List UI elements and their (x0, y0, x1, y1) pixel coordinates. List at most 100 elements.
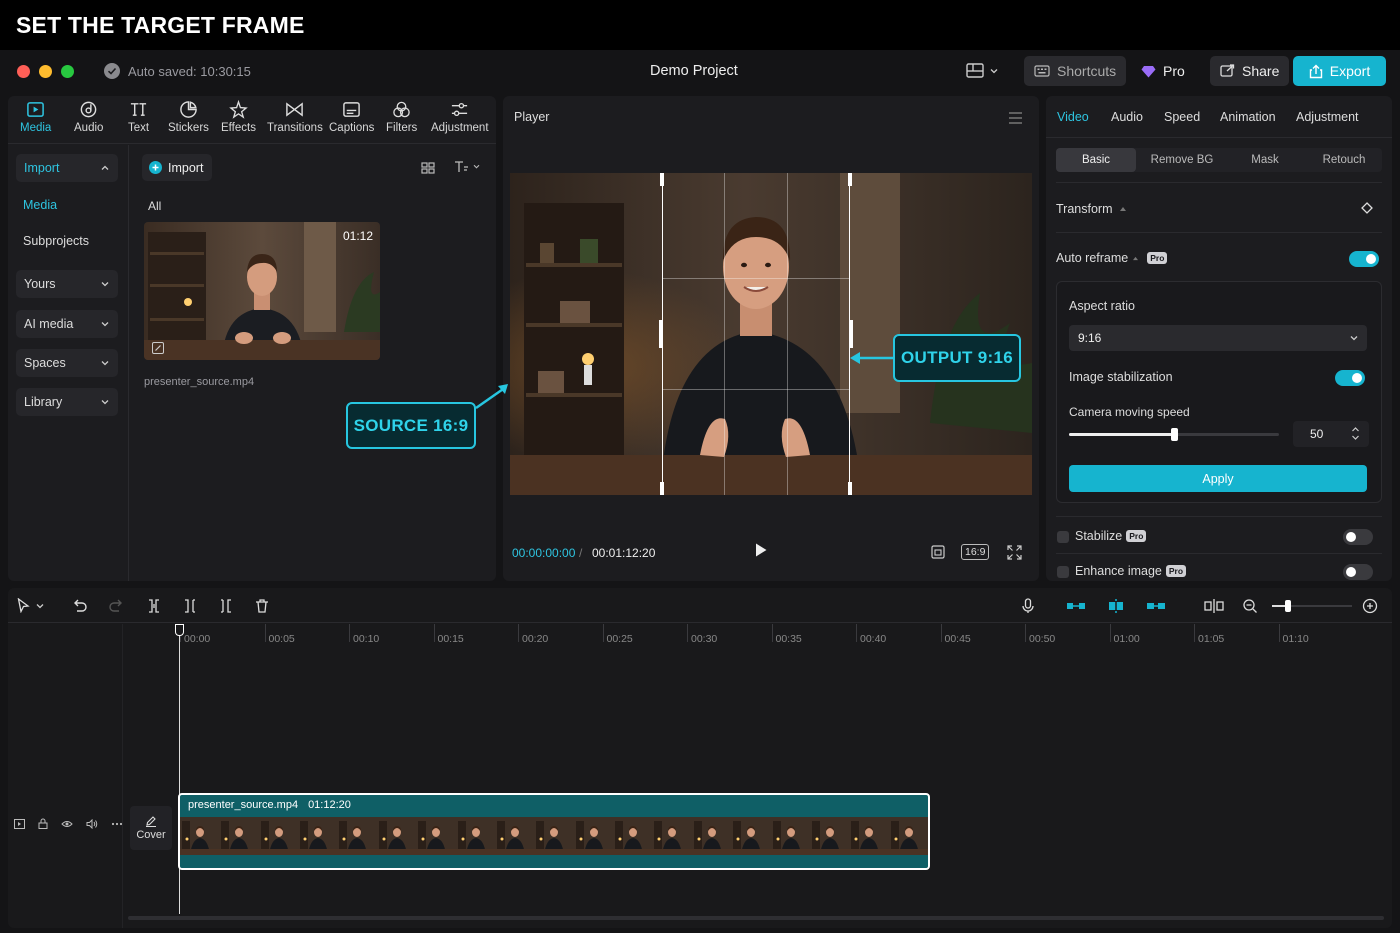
aspect-ratio-select[interactable]: 9:16 (1069, 325, 1367, 351)
crop-frame[interactable] (659, 173, 853, 495)
stabilize-checkbox[interactable] (1057, 531, 1069, 543)
time-ruler[interactable]: 00:00 00:05 00:10 00:15 00:20 00:25 00:30 00:35… (8, 624, 1392, 645)
project-title[interactable]: Demo Project (650, 63, 738, 79)
sidebar-import[interactable]: Import (16, 154, 118, 182)
keyboard-icon (1034, 65, 1050, 77)
ruler-tick-label: 01:00 (1113, 633, 1140, 645)
enhance-toggle[interactable] (1343, 564, 1373, 580)
magnet-link-icon[interactable] (1066, 598, 1086, 614)
camera-speed-slider[interactable] (1069, 428, 1279, 441)
tool-media[interactable]: Media (20, 100, 51, 134)
pro-badge: Pro (1147, 252, 1168, 264)
crop-handle[interactable] (832, 173, 852, 186)
zoom-slider[interactable] (1272, 600, 1352, 612)
camera-speed-stepper[interactable]: 50 (1293, 421, 1369, 447)
tab-speed[interactable]: Speed (1164, 110, 1200, 124)
keyframe-diamond-icon[interactable] (1361, 202, 1373, 214)
zoom-out-icon[interactable] (1242, 598, 1258, 614)
subtab-remove-bg[interactable]: Remove BG (1140, 148, 1224, 172)
shortcuts-button[interactable]: Shortcuts (1024, 56, 1127, 86)
microphone-icon[interactable] (1020, 598, 1036, 614)
track-video-icon[interactable] (14, 818, 25, 829)
menu-icon[interactable] (1008, 112, 1023, 124)
auto-snap-icon[interactable] (1106, 598, 1126, 614)
maximize-window-button[interactable] (61, 65, 74, 78)
fullscreen-icon[interactable] (1007, 545, 1022, 560)
layout-menu[interactable] (966, 63, 998, 78)
tool-effects[interactable]: Effects (221, 100, 256, 134)
zoom-fit-icon[interactable] (1362, 598, 1378, 614)
crop-handle[interactable] (660, 482, 680, 495)
apply-button[interactable]: Apply (1069, 465, 1367, 492)
tool-stickers[interactable]: Stickers (168, 100, 209, 134)
sidebar-item-media[interactable]: Media (23, 198, 57, 212)
subtab-retouch[interactable]: Retouch (1306, 148, 1382, 172)
lock-icon[interactable] (38, 818, 48, 829)
minimize-window-button[interactable] (39, 65, 52, 78)
cover-button[interactable]: Cover (130, 806, 172, 850)
media-thumbnail[interactable]: 01:12 (144, 222, 380, 360)
timeline-clip[interactable]: presenter_source.mp4 01:12:20 (178, 793, 930, 870)
transform-section-header[interactable]: Transform (1056, 202, 1127, 216)
tool-audio[interactable]: Audio (74, 100, 103, 134)
crop-handle[interactable] (660, 173, 680, 186)
tool-text[interactable]: Text (128, 100, 149, 134)
redo-icon[interactable] (108, 598, 124, 614)
sidebar-import-label: Import (24, 161, 60, 175)
linkage-icon[interactable] (1146, 598, 1166, 614)
subtab-mask[interactable]: Mask (1226, 148, 1304, 172)
tab-audio[interactable]: Audio (1111, 110, 1143, 124)
split-icon[interactable] (146, 598, 162, 614)
tab-video[interactable]: Video (1057, 110, 1089, 124)
camera-speed-knob[interactable] (1171, 428, 1178, 441)
stabilize-toggle[interactable] (1343, 529, 1373, 545)
import-button[interactable]: Import (142, 154, 213, 181)
subtab-basic[interactable]: Basic (1056, 148, 1136, 172)
sidebar-group-ai-media[interactable]: AI media (16, 310, 118, 338)
tool-transitions[interactable]: Transitions (267, 100, 323, 134)
undo-icon[interactable] (72, 598, 88, 614)
zoom-knob[interactable] (1285, 600, 1291, 612)
select-tool-menu[interactable] (17, 598, 44, 613)
track-header-divider (122, 624, 123, 928)
tool-filters[interactable]: Filters (386, 100, 417, 134)
eye-icon[interactable] (61, 820, 73, 828)
image-stabilization-toggle[interactable] (1335, 370, 1365, 386)
tab-animation[interactable]: Animation (1220, 110, 1276, 124)
tool-captions[interactable]: Captions (329, 100, 374, 134)
divider (1056, 232, 1382, 233)
preview-axis-icon[interactable] (1204, 598, 1224, 614)
stepper-arrows-icon[interactable] (1351, 426, 1360, 441)
split-right-icon[interactable] (218, 598, 234, 614)
edit-icon[interactable] (152, 342, 164, 354)
export-button[interactable]: Export (1293, 56, 1386, 86)
playhead-handle[interactable] (175, 624, 184, 636)
sidebar-group-spaces[interactable]: Spaces (16, 349, 118, 377)
grid-view-icon[interactable] (421, 162, 435, 174)
filmstrip (180, 817, 928, 855)
enhance-checkbox[interactable] (1057, 566, 1069, 578)
tab-adjustment[interactable]: Adjustment (1296, 110, 1359, 124)
speaker-icon[interactable] (86, 818, 98, 829)
timeline-scrollbar[interactable] (128, 916, 1384, 920)
fit-frame-icon[interactable] (931, 545, 945, 559)
play-icon[interactable] (754, 542, 768, 558)
crop-handle[interactable] (659, 320, 663, 348)
filter-all[interactable]: All (148, 199, 161, 213)
share-button[interactable]: Share (1210, 56, 1290, 86)
crop-handle[interactable] (832, 482, 852, 495)
delete-icon[interactable] (254, 598, 270, 614)
sidebar-group-yours[interactable]: Yours (16, 270, 118, 298)
aspect-ratio-badge[interactable]: 16:9 (961, 544, 990, 560)
sidebar-item-subprojects[interactable]: Subprojects (23, 234, 89, 248)
pro-button[interactable]: Pro (1141, 63, 1185, 79)
playhead[interactable] (175, 624, 184, 914)
close-window-button[interactable] (17, 65, 30, 78)
sort-menu[interactable] (454, 160, 480, 173)
tool-adjustment[interactable]: Adjustment (431, 100, 489, 134)
track-controls (14, 818, 123, 829)
auto-reframe-toggle[interactable] (1349, 251, 1379, 267)
crop-handle[interactable] (849, 320, 853, 348)
sidebar-group-library[interactable]: Library (16, 388, 118, 416)
split-left-icon[interactable] (182, 598, 198, 614)
